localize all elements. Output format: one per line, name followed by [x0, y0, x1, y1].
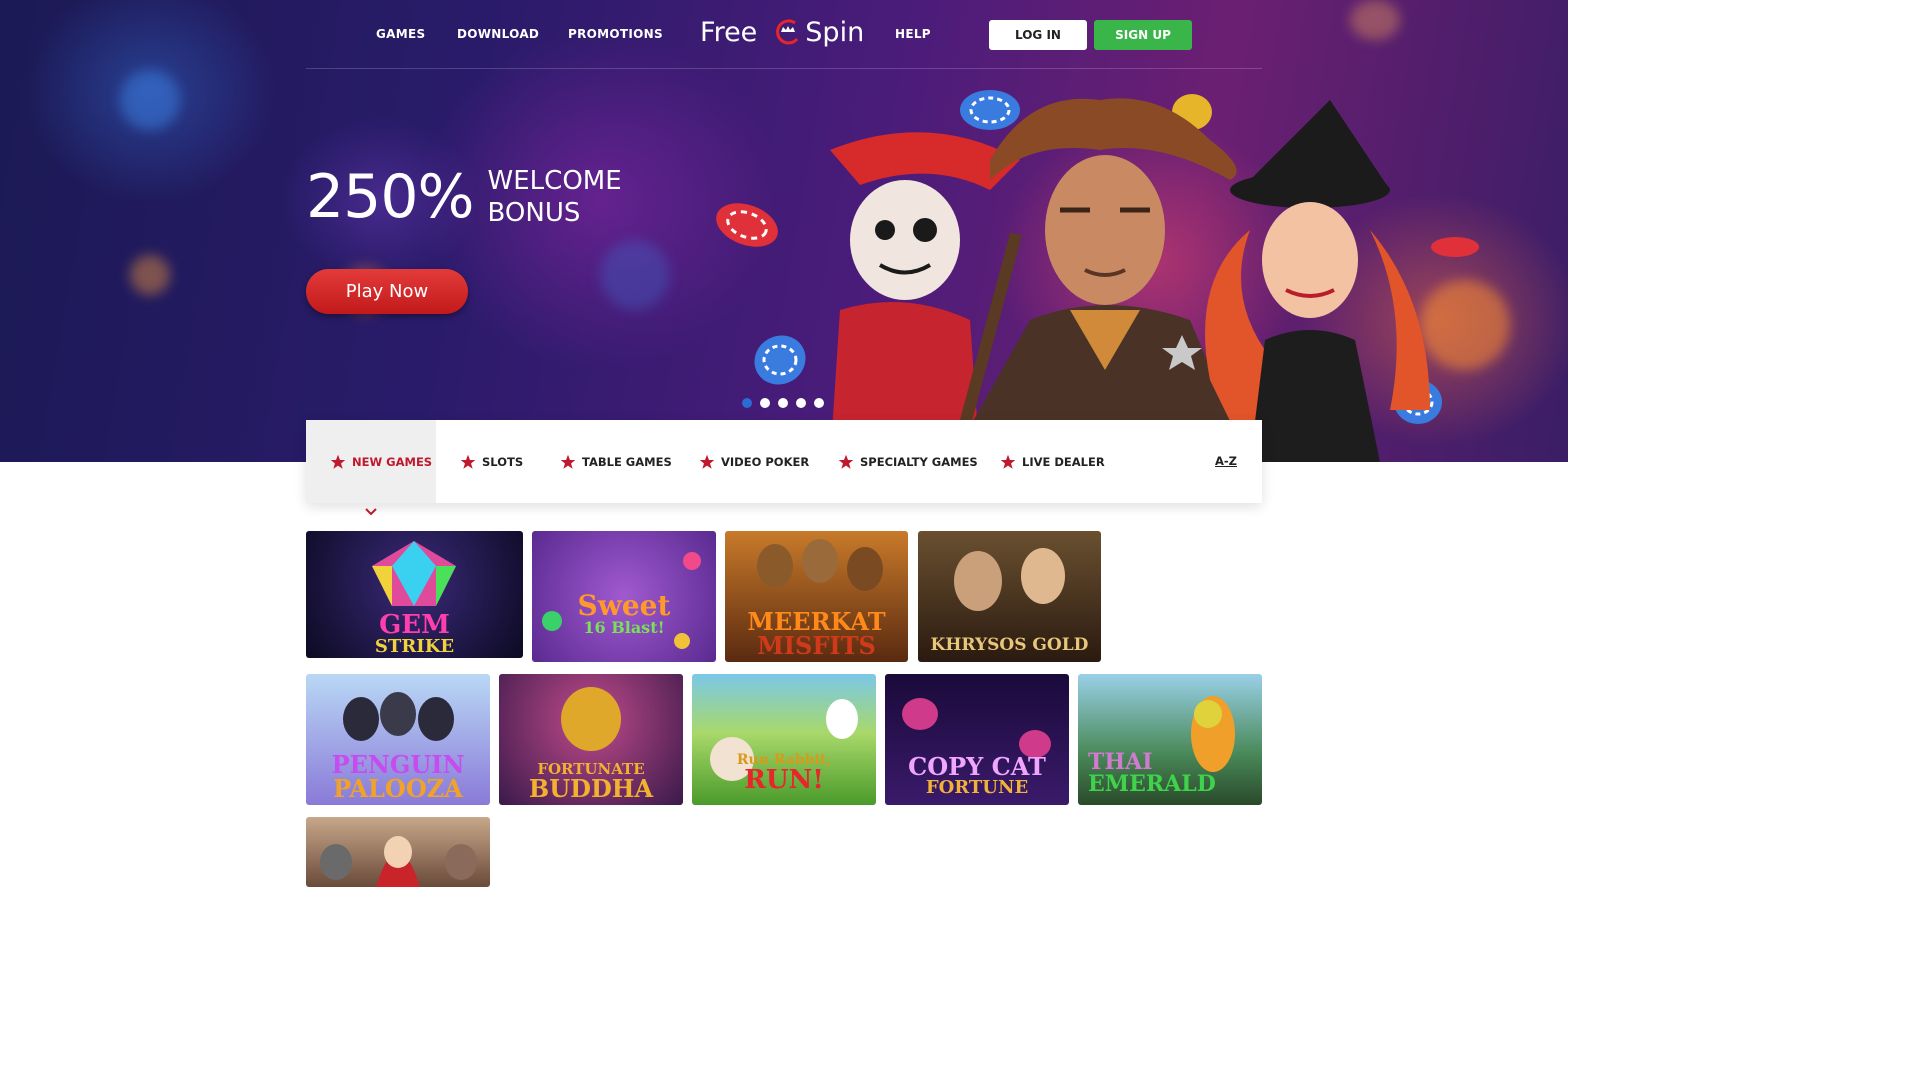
game-tile-meerkat-misfits[interactable]: MEERKAT MISFITS: [725, 531, 908, 662]
logo-text-spin: Spin: [805, 16, 865, 48]
game-title: Run Rabbit, RUN!: [692, 753, 876, 793]
game-title: MEERKAT MISFITS: [725, 610, 908, 658]
carousel-pagination: [742, 398, 824, 408]
game-title-line2: 16 Blast!: [583, 618, 665, 637]
witch-character: [1205, 100, 1430, 462]
category-tab-slots[interactable]: SLOTS: [460, 420, 523, 503]
spin-swirl-icon: [773, 17, 803, 47]
cowboy-character: [950, 98, 1250, 462]
category-tab-live-dealer[interactable]: LIVE DEALER: [1000, 420, 1105, 503]
carousel-dot-2[interactable]: [760, 398, 770, 408]
star-icon: [330, 454, 346, 469]
game-tile-fortunate-buddha[interactable]: FORTUNATE BUDDHA: [499, 674, 683, 805]
carousel-dot-1[interactable]: [742, 398, 752, 408]
game-tile-run-rabbit-run[interactable]: Run Rabbit, RUN!: [692, 674, 876, 805]
star-icon: [838, 454, 854, 469]
nav-download-link[interactable]: DOWNLOAD: [457, 27, 539, 41]
game-title-line2: BUDDHA: [528, 774, 654, 803]
bonus-label-line1: WELCOME: [487, 166, 622, 196]
game-title-line2: MISFITS: [757, 631, 876, 660]
top-navigation: GAMES DOWNLOAD PROMOTIONS Free Spin HELP…: [306, 0, 1262, 69]
category-tab-specialty-games[interactable]: SPECIALTY GAMES: [838, 420, 978, 503]
play-now-button[interactable]: Play Now: [306, 269, 468, 314]
star-icon: [699, 454, 715, 469]
star-icon: [1000, 454, 1016, 469]
category-label: SLOTS: [482, 454, 524, 469]
freespin-logo[interactable]: Free Spin: [700, 14, 864, 50]
game-tile-red-riding-hood[interactable]: [306, 817, 490, 887]
game-title: THAI EMERALD: [1078, 751, 1262, 795]
poker-chip-icon: [716, 203, 778, 247]
game-tile-copy-cat-fortune[interactable]: COPY CAT FORTUNE: [885, 674, 1069, 805]
game-tile-sweet-16-blast[interactable]: Sweet 16 Blast!: [532, 531, 716, 662]
category-tab-new-games[interactable]: NEW GAMES: [306, 420, 436, 503]
game-title-line1: KHRYSOS GOLD: [930, 635, 1089, 655]
bonus-percentage: 250%: [306, 162, 475, 232]
game-title: Sweet 16 Blast!: [532, 592, 716, 636]
game-title-line2: RUN!: [744, 765, 824, 795]
game-title-line2: FORTUNE: [925, 777, 1029, 798]
game-title: GEM STRIKE: [306, 612, 523, 656]
hero-banner: GAMES DOWNLOAD PROMOTIONS Free Spin HELP…: [0, 0, 1568, 462]
nav-promotions-link[interactable]: PROMOTIONS: [568, 27, 663, 41]
poker-chip-icon: [1431, 237, 1479, 257]
carousel-dot-3[interactable]: [778, 398, 788, 408]
game-tile-penguin-palooza[interactable]: PENGUIN PALOOZA: [306, 674, 490, 805]
star-icon: [460, 454, 476, 469]
category-label: TABLE GAMES: [582, 454, 672, 469]
nav-help-link[interactable]: HELP: [895, 27, 931, 41]
game-tile-gem-strike[interactable]: GEM STRIKE: [306, 531, 523, 658]
signup-button[interactable]: SIGN UP: [1094, 20, 1192, 50]
category-label: SPECIALTY GAMES: [860, 454, 978, 469]
game-title: KHRYSOS GOLD: [918, 637, 1101, 654]
game-title-line1: COPY CAT: [908, 752, 1046, 781]
login-button[interactable]: LOG IN: [989, 20, 1087, 50]
category-label: LIVE DEALER: [1022, 454, 1105, 469]
category-label: VIDEO POKER: [721, 454, 810, 469]
carousel-dot-4[interactable]: [796, 398, 806, 408]
game-category-bar: NEW GAMES SLOTS TABLE GAMES VIDEO POKER …: [306, 420, 1262, 503]
game-title-line2: PALOOZA: [333, 774, 463, 803]
game-tile-thai-emerald[interactable]: THAI EMERALD: [1078, 674, 1262, 805]
category-label: NEW GAMES: [352, 454, 433, 469]
bokeh-light: [1350, 0, 1400, 40]
game-title-line1: GEM: [379, 610, 450, 640]
game-title-line1: Sweet: [577, 589, 671, 622]
game-title-line2: STRIKE: [374, 636, 455, 657]
carousel-dot-5[interactable]: [814, 398, 824, 408]
bonus-label-line2: BONUS: [487, 198, 581, 228]
bokeh-light: [120, 70, 180, 130]
game-title: FORTUNATE BUDDHA: [499, 762, 683, 801]
star-icon: [560, 454, 576, 469]
bokeh-light: [600, 240, 670, 310]
poker-chip-icon: [960, 90, 1020, 130]
red-riding-hood-icon: [320, 836, 477, 887]
bokeh-light: [130, 255, 170, 295]
game-title: COPY CAT FORTUNE: [885, 755, 1069, 797]
nav-games-link[interactable]: GAMES: [376, 27, 425, 41]
a-z-filter-link[interactable]: A-Z: [1215, 454, 1237, 468]
game-title: PENGUIN PALOOZA: [306, 753, 490, 801]
game-title-line2: EMERALD: [1088, 771, 1216, 797]
chevron-down-icon: [365, 508, 377, 516]
welcome-bonus-headline: 250% WELCOME BONUS: [306, 165, 622, 229]
game-title-line1: THAI: [1088, 749, 1153, 775]
category-tab-table-games[interactable]: TABLE GAMES: [560, 420, 672, 503]
category-tab-video-poker[interactable]: VIDEO POKER: [699, 420, 809, 503]
poker-chip-icon: [754, 335, 806, 385]
bonus-label: WELCOME BONUS: [488, 165, 622, 229]
logo-text-free: Free: [700, 16, 758, 48]
game-tile-khrysos-gold[interactable]: KHRYSOS GOLD: [918, 531, 1101, 662]
